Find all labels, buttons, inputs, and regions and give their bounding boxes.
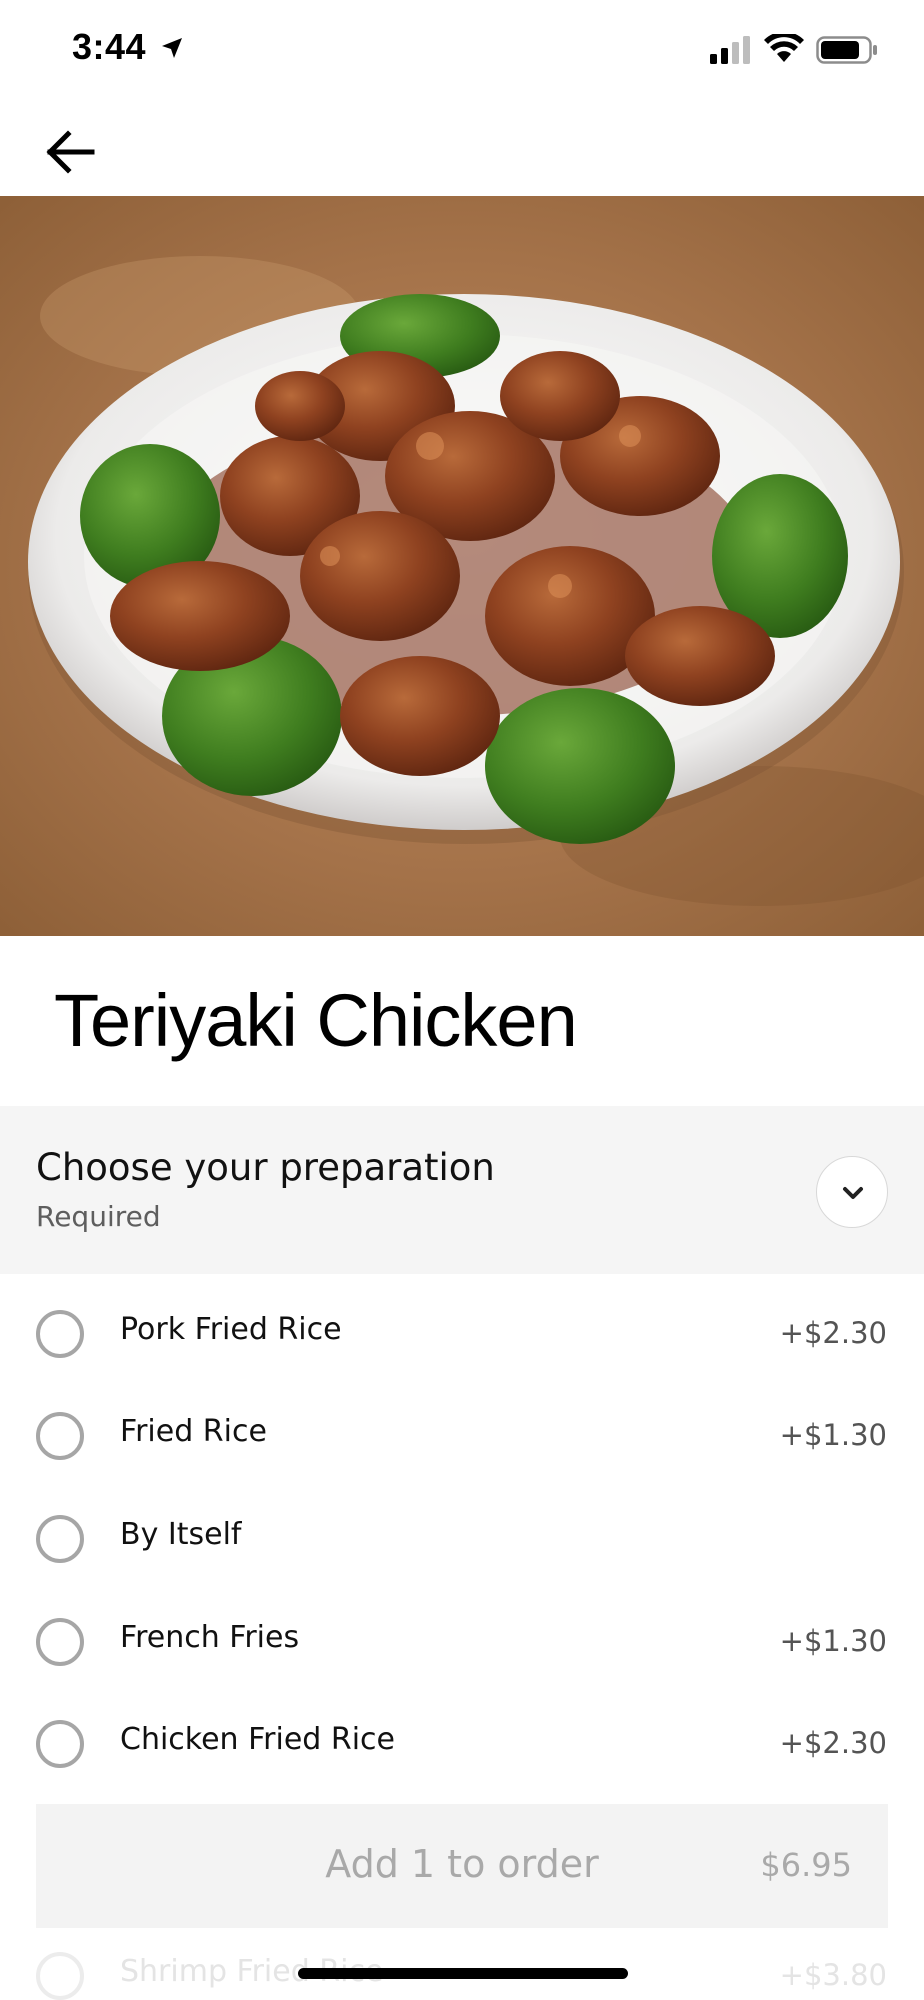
- option-shrimp-fried-rice[interactable]: Shrimp Fried Rice +$3.80: [0, 1926, 924, 2000]
- back-button[interactable]: [40, 122, 100, 182]
- status-bar: 3:44: [0, 0, 924, 100]
- arrow-left-icon: [46, 130, 95, 174]
- home-indicator: [298, 1968, 628, 1979]
- preparation-section-header[interactable]: Choose your preparation Required: [0, 1106, 924, 1274]
- option-french-fries[interactable]: French Fries +$1.30: [0, 1592, 924, 1694]
- radio-button[interactable]: [36, 1618, 84, 1666]
- radio-button[interactable]: [36, 1515, 84, 1563]
- option-price: +$3.80: [779, 1958, 887, 1992]
- add-to-order-button[interactable]: Add 1 to order $6.95: [36, 1804, 888, 1928]
- option-label: Chicken Fried Rice: [120, 1722, 396, 1757]
- location-arrow-icon: [162, 38, 182, 58]
- status-time: 3:44: [72, 26, 147, 67]
- option-label: Fried Rice: [120, 1414, 267, 1449]
- option-chicken-fried-rice[interactable]: Chicken Fried Rice +$2.30: [0, 1694, 924, 1796]
- option-by-itself[interactable]: By Itself: [0, 1489, 924, 1591]
- teriyaki-chicken-photo: [0, 196, 924, 936]
- wifi-icon: [764, 34, 804, 62]
- battery-icon: [816, 36, 877, 64]
- section-title: Choose your preparation: [36, 1146, 495, 1189]
- option-price: +$2.30: [779, 1726, 887, 1760]
- option-fried-rice[interactable]: Fried Rice +$1.30: [0, 1386, 924, 1488]
- required-label: Required: [36, 1200, 161, 1233]
- chevron-down-icon: [843, 1187, 863, 1199]
- radio-button[interactable]: [36, 1310, 84, 1358]
- option-label: French Fries: [120, 1620, 300, 1655]
- option-price: +$2.30: [779, 1316, 887, 1350]
- option-label: By Itself: [120, 1517, 242, 1552]
- option-pork-fried-rice[interactable]: Pork Fried Rice +$2.30: [0, 1284, 924, 1386]
- option-price: +$1.30: [779, 1624, 887, 1658]
- item-title: Teriyaki Chicken: [54, 979, 578, 1062]
- radio-button[interactable]: [36, 1412, 84, 1460]
- radio-button[interactable]: [36, 1720, 84, 1768]
- option-label: Pork Fried Rice: [120, 1312, 342, 1347]
- option-price: +$1.30: [779, 1418, 887, 1452]
- cellular-signal-icon: [710, 36, 750, 64]
- collapse-toggle-button[interactable]: [816, 1156, 888, 1228]
- radio-button[interactable]: [36, 1952, 84, 2000]
- order-total-price: $6.95: [760, 1846, 852, 1884]
